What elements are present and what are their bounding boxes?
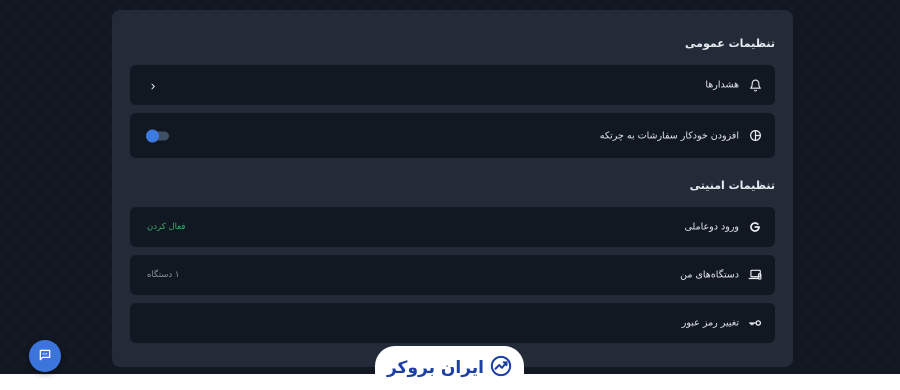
- settings-panel: تنظیمات عمومی هشدارها افزودن خودکار سفار…: [112, 10, 793, 367]
- google-icon: [747, 219, 763, 235]
- auto-add-orders-row: افزودن خودکار سفارشات به چرتکه: [130, 113, 775, 158]
- my-devices-row[interactable]: دستگاه‌های من ۱ دستگاه: [130, 255, 775, 295]
- change-password-label: تغییر رمز عبور: [681, 317, 739, 329]
- general-settings-title: تنظیمات عمومی: [685, 37, 775, 50]
- pie-chart-icon: [747, 128, 763, 144]
- toggle-knob: [146, 129, 159, 142]
- brand-logo[interactable]: ایران بروکر: [375, 346, 524, 390]
- two-factor-label: ورود دوعاملی: [684, 221, 739, 233]
- trend-chart-icon: [490, 355, 512, 381]
- activate-two-factor-link[interactable]: فعال کردن: [147, 222, 185, 232]
- auto-add-orders-label: افزودن خودکار سفارشات به چرتکه: [599, 130, 739, 141]
- chevron-right-icon[interactable]: [149, 76, 157, 95]
- bell-icon: [747, 77, 763, 93]
- my-devices-label: دستگاه‌های من: [680, 269, 739, 281]
- security-settings-title: تنظیمات امنیتی: [689, 179, 775, 192]
- alerts-label: هشدارها: [705, 79, 739, 91]
- two-factor-row: ورود دوعاملی فعال کردن: [130, 207, 775, 247]
- chat-icon: [38, 347, 52, 366]
- chat-support-button[interactable]: [29, 340, 61, 372]
- change-password-row[interactable]: تغییر رمز عبور: [130, 303, 775, 343]
- auto-add-orders-toggle[interactable]: [146, 129, 169, 142]
- devices-icon: [747, 267, 763, 283]
- device-count: ۱ دستگاه: [147, 270, 180, 280]
- alerts-row[interactable]: هشدارها: [130, 65, 775, 105]
- key-icon: [747, 315, 763, 331]
- brand-logo-text: ایران بروکر: [386, 358, 485, 378]
